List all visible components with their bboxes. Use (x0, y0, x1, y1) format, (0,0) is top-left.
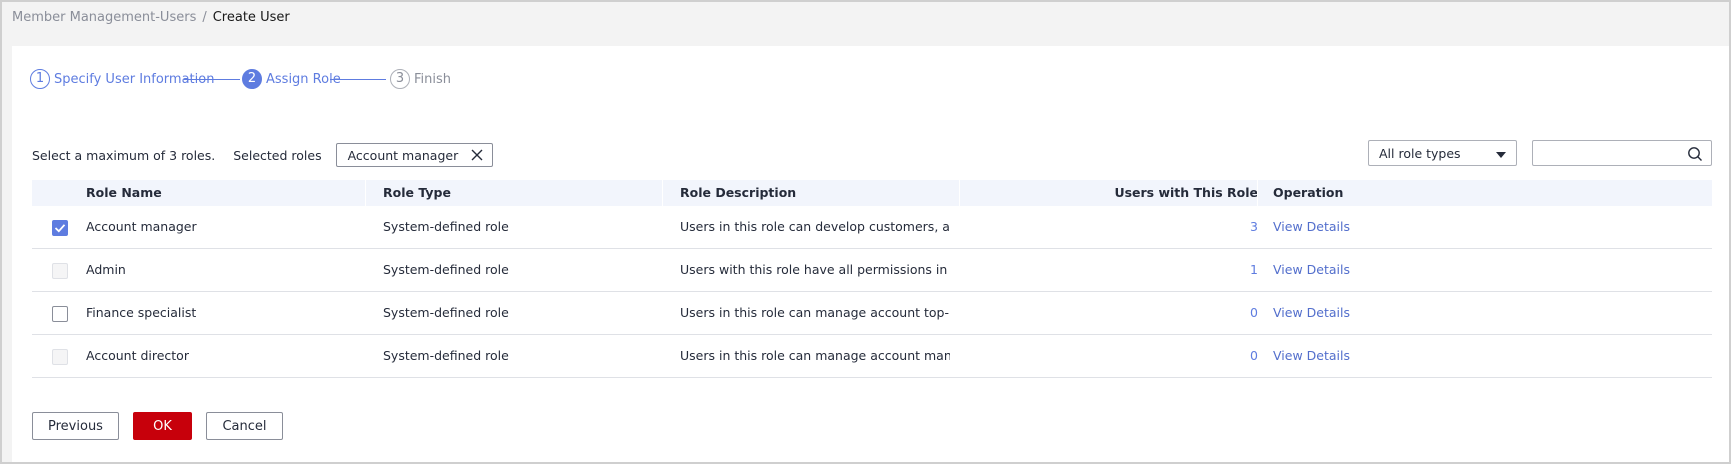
roles-table: Role Name Role Type Role Description Use… (32, 180, 1712, 378)
table-row: Finance specialist System-defined role U… (32, 292, 1712, 335)
users-count-link[interactable]: 0 (1250, 292, 1258, 334)
step-label-3: Finish (414, 71, 452, 87)
column-divider (662, 180, 663, 206)
role-type-select[interactable]: All role types (1368, 140, 1517, 166)
table-header: Role Name Role Type Role Description Use… (32, 180, 1712, 206)
column-divider (1257, 180, 1258, 206)
role-name: Admin (86, 262, 126, 277)
role-type-select-value: All role types (1379, 145, 1461, 161)
role-search-input[interactable] (1533, 141, 1673, 165)
view-details-link[interactable]: View Details (1273, 292, 1350, 334)
column-header-role-name: Role Name (86, 185, 162, 200)
column-divider (365, 180, 366, 206)
row-checkbox-disabled (52, 349, 68, 365)
breadcrumb-parent-link[interactable]: Member Management-Users (12, 10, 196, 25)
previous-button[interactable]: Previous (32, 412, 119, 440)
selected-roles-label: Selected roles (233, 147, 322, 163)
step-assign-role: 2 Assign Role (242, 68, 341, 90)
role-type: System-defined role (383, 262, 509, 277)
close-icon[interactable] (470, 148, 484, 162)
step-connector-2 (330, 79, 386, 80)
role-description: Users in this role can manage account to… (680, 305, 950, 320)
breadcrumb-current: Create User (212, 10, 290, 25)
breadcrumb-separator: / (202, 10, 207, 25)
role-search-box (1532, 140, 1712, 166)
users-count-link[interactable]: 0 (1250, 335, 1258, 377)
table-row: Account director System-defined role Use… (32, 335, 1712, 378)
users-count-link[interactable]: 3 (1250, 206, 1258, 248)
max-roles-hint: Select a maximum of 3 roles. (32, 147, 216, 163)
column-header-role-type: Role Type (383, 185, 451, 200)
role-description: Users in this role can manage account ma… (680, 348, 950, 363)
role-name: Account manager (86, 219, 197, 234)
row-checkbox-disabled (52, 263, 68, 279)
caret-down-icon (1496, 146, 1506, 161)
role-type: System-defined role (383, 305, 509, 320)
selection-bar: Select a maximum of 3 roles. Selected ro… (32, 142, 494, 168)
ok-button[interactable]: OK (133, 412, 192, 440)
role-name: Account director (86, 348, 189, 363)
cancel-button[interactable]: Cancel (206, 412, 283, 440)
selected-role-tag-label: Account manager (347, 147, 459, 163)
role-type: System-defined role (383, 348, 509, 363)
view-details-link[interactable]: View Details (1273, 206, 1350, 248)
role-description: Users with this role have all permission… (680, 262, 950, 277)
view-details-link[interactable]: View Details (1273, 335, 1350, 377)
table-row: Admin System-defined role Users with thi… (32, 249, 1712, 292)
step-number-1: 1 (30, 69, 50, 89)
role-type: System-defined role (383, 219, 509, 234)
role-name: Finance specialist (86, 305, 197, 320)
column-header-users-with-role: Users with This Role (1114, 185, 1258, 200)
step-number-2: 2 (242, 69, 262, 89)
selected-role-tag: Account manager (335, 143, 494, 167)
role-description: Users in this role can develop customers… (680, 219, 950, 234)
search-icon[interactable] (1687, 146, 1703, 162)
view-details-link[interactable]: View Details (1273, 249, 1350, 291)
step-connector-1 (184, 79, 240, 80)
window-frame: Member Management-Users / Create User 1 Sp… (0, 0, 1731, 464)
step-number-3: 3 (390, 69, 410, 89)
table-row: Account manager System-defined role User… (32, 206, 1712, 249)
step-finish: 3 Finish (390, 68, 451, 90)
column-header-role-description: Role Description (680, 185, 797, 200)
breadcrumb: Member Management-Users / Create User (12, 8, 290, 28)
row-checkbox[interactable] (52, 306, 68, 322)
create-user-card: 1 Specify User Information 2 Assign Role… (12, 46, 1729, 462)
column-divider (959, 180, 960, 206)
row-checkbox-checked[interactable] (52, 220, 68, 236)
column-header-operation: Operation (1273, 185, 1344, 200)
users-count-link[interactable]: 1 (1250, 249, 1258, 291)
